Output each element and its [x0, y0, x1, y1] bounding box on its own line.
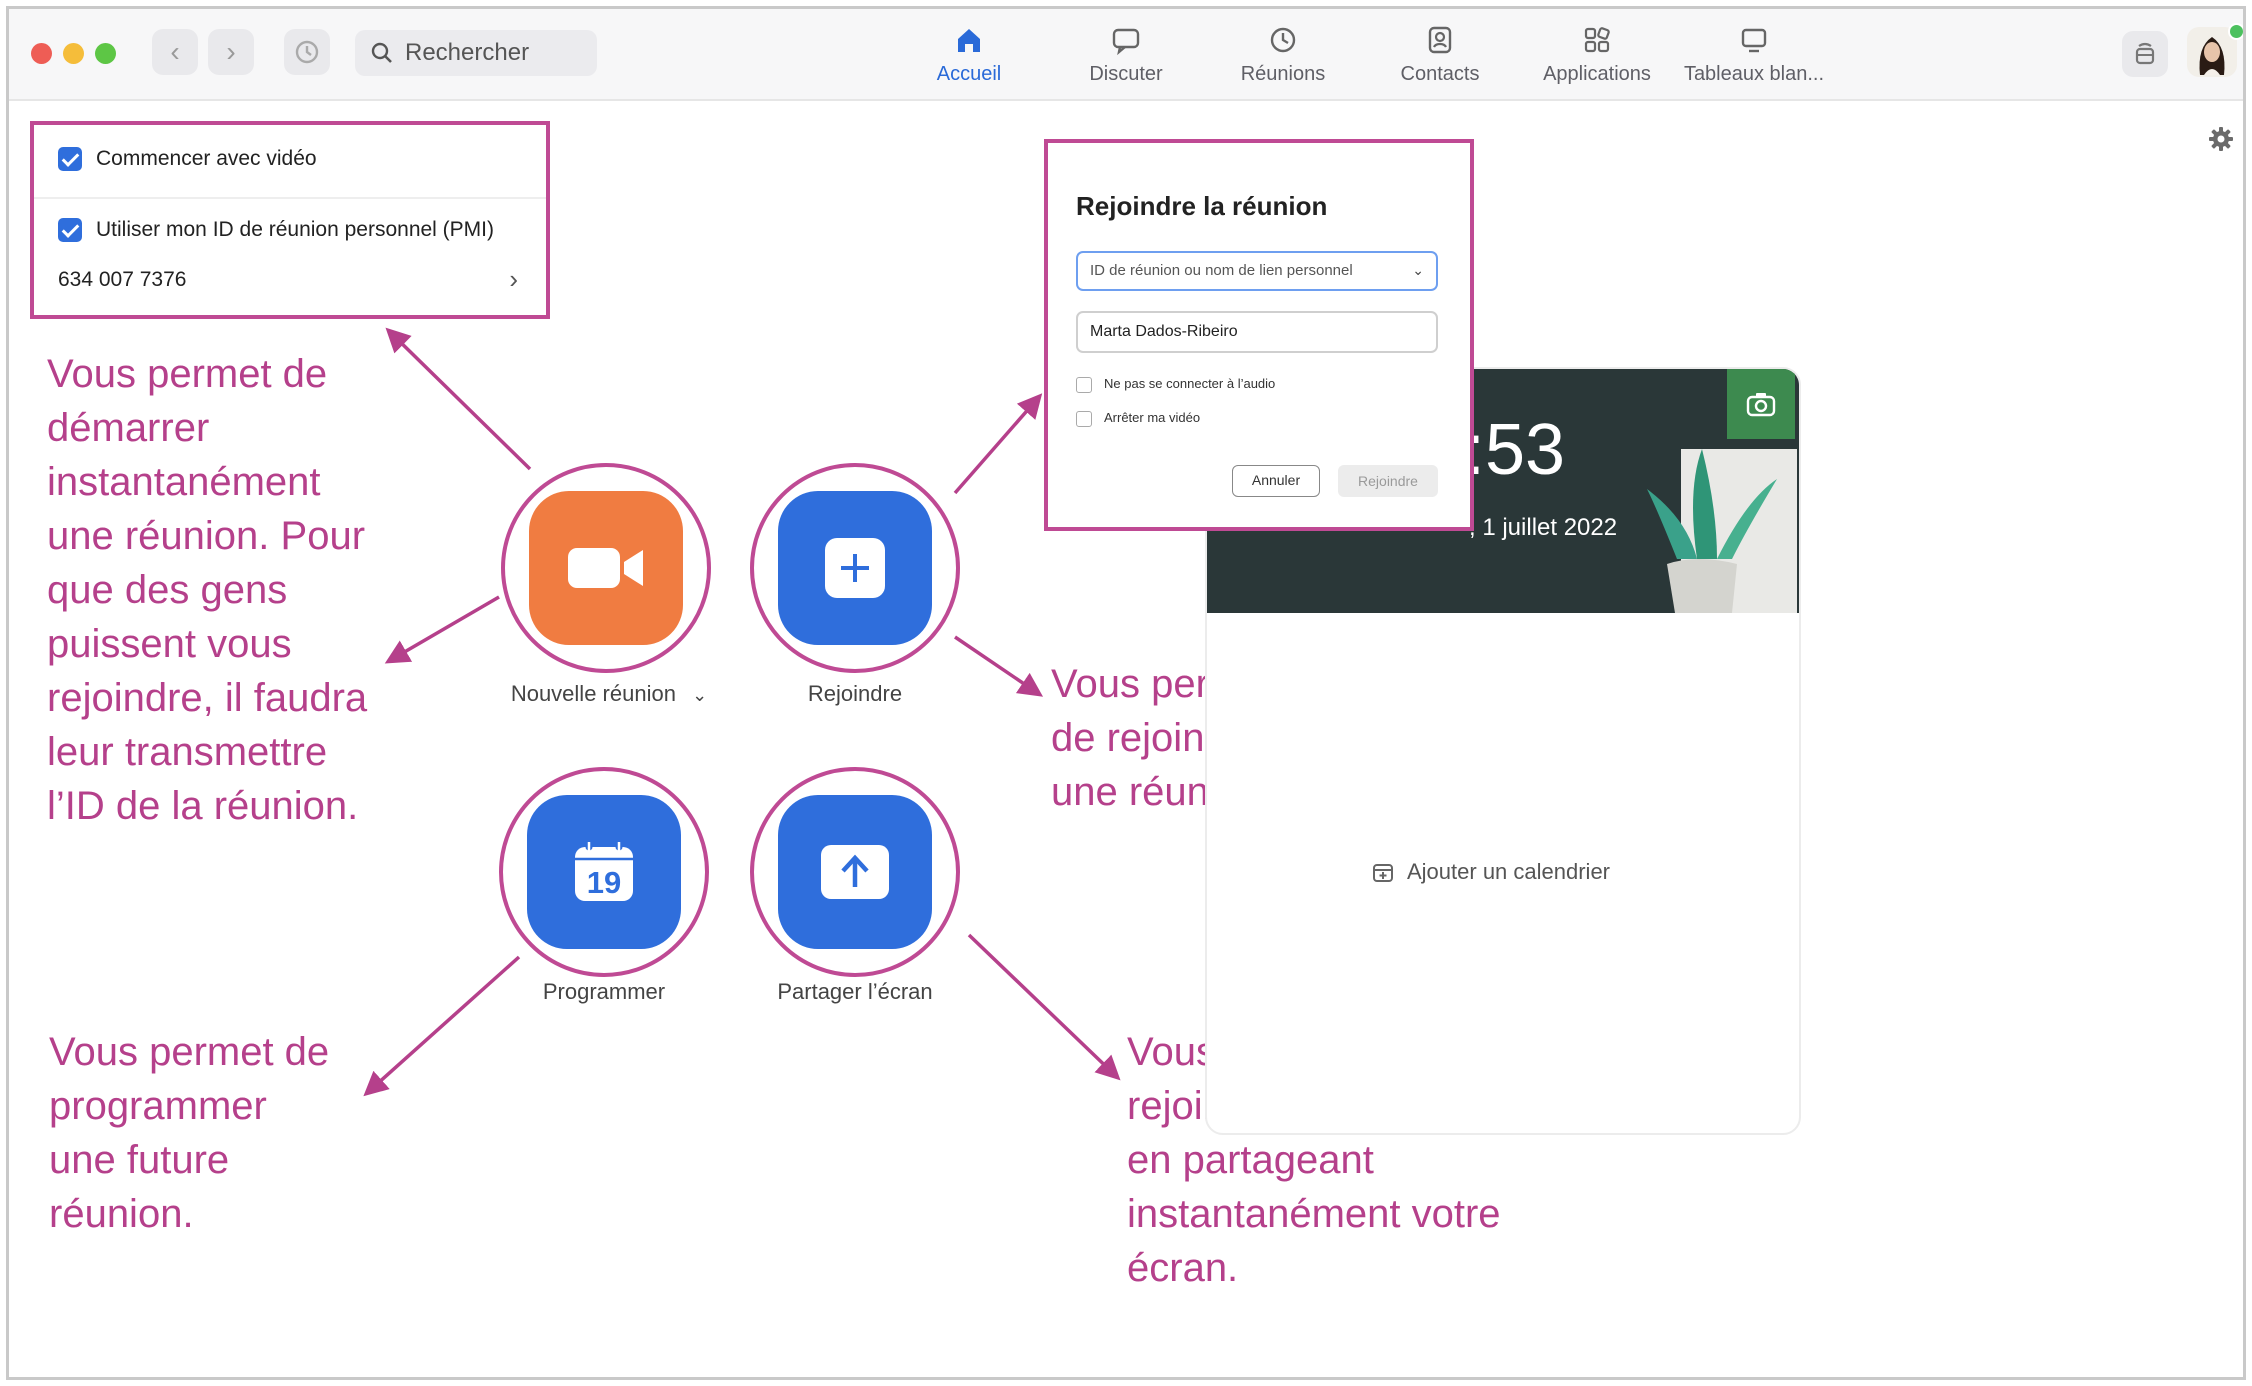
annotation-line: réunion. [49, 1192, 194, 1236]
annotation-line: démarrer [47, 406, 210, 450]
schedule-label: Programmer [542, 979, 666, 1004]
new-meeting-highlight [501, 463, 711, 673]
meeting-id-dropdown[interactable]: ID de réunion ou nom de lien personnel ⌄ [1076, 251, 1438, 291]
display-name-input[interactable]: Marta Dados-Ribeiro [1076, 311, 1438, 353]
share-screen-button[interactable] [778, 795, 932, 949]
add-calendar-button[interactable]: Ajouter un calendrier [1371, 859, 1610, 885]
video-camera-icon [568, 548, 643, 588]
add-calendar-label: Ajouter un calendrier [1407, 859, 1611, 884]
clock-time: :53 [1465, 410, 1566, 490]
annotation-line: l’ID de la réunion. [47, 784, 359, 828]
arrow-to-schedule-text [363, 955, 521, 1097]
calendar-day-number: 19 [586, 865, 622, 900]
join-submit-label: Rejoindre [1358, 473, 1418, 489]
plant-illustration-icon [1647, 449, 1797, 613]
join-button[interactable] [778, 491, 932, 645]
calendar-add-icon [1373, 864, 1393, 882]
annotation-line: écran. [1127, 1246, 1239, 1290]
arrow-to-new-meeting-text [384, 595, 500, 664]
annotation-new-meeting: Vous permet de démarrer instantanément u… [47, 347, 367, 833]
join-submit-button[interactable]: Rejoindre [1338, 465, 1438, 497]
share-screen-highlight [750, 767, 960, 977]
annotation-line: instantanément [47, 460, 321, 504]
annotation-schedule: Vous permet de programmer une future réu… [49, 1025, 329, 1241]
annotation-line: programmer [49, 1084, 267, 1128]
annotation-line: Vous permet de [49, 1030, 330, 1074]
annotation-line: rejoindre, il faudra [47, 676, 368, 720]
new-meeting-button[interactable] [529, 491, 683, 645]
annotation-line: en partageant [1127, 1138, 1374, 1182]
arrow-to-join-dialog [953, 393, 1043, 495]
meeting-id-placeholder: ID de réunion ou nom de lien personnel [1090, 262, 1353, 279]
schedule-button[interactable]: 19 [527, 795, 681, 949]
plus-icon [825, 538, 885, 598]
new-meeting-label-row[interactable]: Nouvelle réunion ⌄ [479, 681, 739, 707]
arrow-to-share-text [967, 933, 1121, 1081]
chevron-down-icon: ⌄ [692, 685, 708, 705]
join-label: Rejoindre [807, 681, 903, 706]
camera-icon [1746, 393, 1776, 417]
annotation-line: une future [49, 1138, 230, 1182]
annotation-line: Vous permet de [47, 352, 328, 396]
cancel-button[interactable]: Annuler [1232, 465, 1320, 497]
annotation-line: leur transmettre [47, 730, 328, 774]
clock-date: , 1 juillet 2022 [1469, 514, 1618, 541]
new-meeting-label: Nouvelle réunion [510, 681, 676, 706]
schedule-highlight: 19 [499, 767, 709, 977]
join-highlight [750, 463, 960, 673]
checkbox-unchecked-icon[interactable] [1076, 376, 1092, 393]
annotation-line: instantanément votre [1127, 1192, 1501, 1236]
display-name-value: Marta Dados-Ribeiro [1090, 323, 1238, 340]
annotation-line: que des gens [47, 568, 288, 612]
no-audio-option[interactable]: Ne pas se connecter à l’audio [1076, 376, 1275, 393]
share-screen-label: Partager l’écran [777, 979, 933, 1004]
share-upload-icon [821, 845, 889, 899]
annotation-line: puissent vous [47, 622, 292, 666]
no-audio-label: Ne pas se connecter à l’audio [1104, 376, 1276, 391]
join-dialog-title: Rejoindre la réunion [1076, 191, 1328, 221]
annotation-line: une réunion. Pour [47, 514, 366, 558]
stop-video-option[interactable]: Arrêter ma vidéo [1076, 410, 1200, 427]
app-window: ‹ › Rechercher Accueil Discuter Réunions… [6, 6, 2246, 1380]
cancel-label: Annuler [1251, 472, 1301, 488]
arrow-to-options [385, 327, 532, 471]
stop-video-label: Arrêter ma vidéo [1104, 410, 1201, 425]
checkbox-unchecked-icon[interactable] [1076, 410, 1092, 427]
chevron-down-icon: ⌄ [1412, 262, 1424, 278]
join-meeting-dialog: Rejoindre la réunion ID de réunion ou no… [1044, 139, 1474, 531]
